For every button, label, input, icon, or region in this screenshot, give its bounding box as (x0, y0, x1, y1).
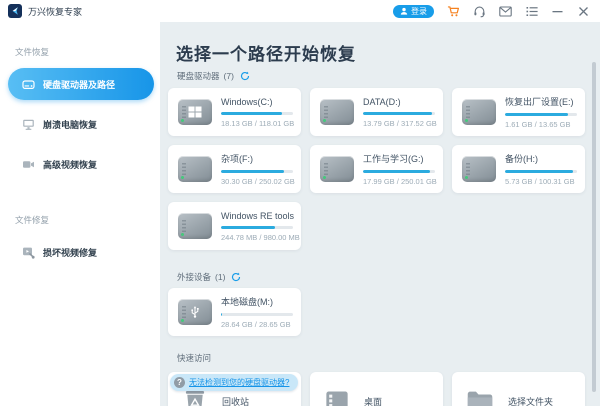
quick-access-desktop[interactable]: 桌面 (310, 372, 443, 406)
app-window: 万兴恢复专家 登录 (0, 0, 600, 406)
support-icon[interactable] (473, 5, 486, 18)
sidebar-item-disk-and-path[interactable]: 硬盘驱动器及路径 (8, 68, 154, 100)
video-repair-icon (22, 246, 35, 259)
section-header-external-devices: 外接设备 (1) (177, 271, 241, 283)
external-devices-grid: 本地磁盘(M:) 28.64 GB / 28.65 GB (168, 288, 596, 336)
hdd-icon (178, 213, 212, 239)
drive-name: 本地磁盘(M:) (221, 295, 293, 308)
menu-icon[interactable] (525, 5, 538, 18)
drive-card-c[interactable]: Windows(C:) 18.13 GB / 118.01 GB (168, 88, 301, 136)
desktop-icon (324, 388, 350, 406)
sidebar-section-file-recovery: 文件恢复 (15, 46, 160, 58)
sidebar-item-advanced-video-recovery[interactable]: 高级视频恢复 (8, 148, 154, 180)
drive-name: 恢复出厂设置(E:) (505, 95, 577, 108)
vertical-scrollbar[interactable] (592, 62, 596, 392)
minimize-icon[interactable] (551, 5, 564, 18)
capacity-bar (505, 170, 577, 173)
titlebar-controls: 登录 (393, 5, 590, 18)
hdd-icon (320, 156, 354, 182)
hdd-icon (462, 99, 496, 125)
sidebar-item-corrupted-video-repair[interactable]: 损坏视频修复 (8, 236, 154, 268)
drive-size: 18.13 GB / 118.01 GB (221, 119, 294, 128)
section-label: 外接设备 (177, 271, 211, 283)
drive-size: 13.79 GB / 317.52 GB (363, 119, 437, 128)
sidebar-section-file-repair: 文件修复 (15, 214, 160, 226)
sidebar-item-label: 损坏视频修复 (43, 246, 97, 259)
video-camera-icon (22, 158, 35, 171)
drive-card-d[interactable]: DATA(D:) 13.79 GB / 317.52 GB (310, 88, 443, 136)
section-label: 硬盘驱动器 (177, 70, 220, 82)
quick-access-label: 回收站 (222, 395, 249, 406)
app-logo-icon (8, 4, 22, 18)
drive-card-g[interactable]: 工作与学习(G:) 17.99 GB / 250.01 GB (310, 145, 443, 193)
titlebar: 万兴恢复专家 登录 (0, 0, 600, 22)
login-label: 登录 (411, 5, 427, 18)
sidebar-item-crashed-computer-recovery[interactable]: 崩溃电脑恢复 (8, 108, 154, 140)
main-content: 选择一个路径开始恢复 硬盘驱动器 (7) Windows(C:) 18.13 G… (160, 22, 600, 406)
section-label: 快速访问 (177, 352, 211, 364)
user-icon (400, 7, 408, 15)
drive-card-f[interactable]: 杂项(F:) 30.30 GB / 250.02 GB (168, 145, 301, 193)
drive-not-detected-link[interactable]: 无法检测到您的硬盘驱动器? (189, 377, 289, 388)
quick-access-label: 选择文件夹 (508, 395, 553, 406)
refresh-icon[interactable] (240, 71, 250, 81)
folder-icon (466, 389, 494, 406)
capacity-bar (221, 112, 293, 115)
quick-access-label: 桌面 (364, 395, 382, 406)
drive-size: 244.78 MB / 980.00 MB (221, 233, 300, 242)
login-button[interactable]: 登录 (393, 5, 434, 18)
sidebar-item-label: 硬盘驱动器及路径 (43, 78, 115, 91)
monitor-icon (22, 118, 35, 131)
capacity-bar (221, 313, 293, 316)
drive-name: Windows(C:) (221, 97, 294, 107)
hard-drive-icon (22, 78, 35, 91)
capacity-bar (363, 170, 435, 173)
capacity-bar (221, 226, 293, 229)
drive-size: 5.73 GB / 100.31 GB (505, 177, 577, 186)
drive-name: 备份(H:) (505, 152, 577, 165)
windows-drive-icon (178, 99, 212, 125)
section-count: (1) (215, 272, 225, 282)
hdd-icon (178, 156, 212, 182)
mail-icon[interactable] (499, 5, 512, 18)
cart-icon[interactable] (447, 5, 460, 18)
usb-drive-icon (178, 299, 212, 325)
refresh-icon[interactable] (231, 272, 241, 282)
sidebar-item-label: 崩溃电脑恢复 (43, 118, 97, 131)
close-icon[interactable] (577, 5, 590, 18)
section-header-hard-drives: 硬盘驱动器 (7) (177, 70, 250, 82)
drive-size: 30.30 GB / 250.02 GB (221, 177, 295, 186)
drive-card-windows-re[interactable]: Windows RE tools 244.78 MB / 980.00 MB (168, 202, 301, 250)
drive-size: 1.61 GB / 13.65 GB (505, 120, 577, 129)
hdd-icon (320, 99, 354, 125)
drive-card-h[interactable]: 备份(H:) 5.73 GB / 100.31 GB (452, 145, 585, 193)
sidebar-item-label: 高级视频恢复 (43, 158, 97, 171)
drive-card-e[interactable]: 恢复出厂设置(E:) 1.61 GB / 13.65 GB (452, 88, 585, 136)
capacity-bar (363, 112, 435, 115)
drive-card-m[interactable]: 本地磁盘(M:) 28.64 GB / 28.65 GB (168, 288, 301, 336)
drive-size: 28.64 GB / 28.65 GB (221, 320, 293, 329)
hdd-icon (462, 156, 496, 182)
page-title: 选择一个路径开始恢复 (176, 40, 356, 65)
section-count: (7) (224, 71, 234, 81)
quick-access-select-folder[interactable]: 选择文件夹 (452, 372, 585, 406)
capacity-bar (221, 170, 293, 173)
app-title: 万兴恢复专家 (28, 5, 82, 18)
drive-not-detected-tooltip: ? 无法检测到您的硬盘驱动器? (170, 374, 298, 391)
sidebar: 文件恢复 硬盘驱动器及路径 崩溃电脑恢复 高级视频恢复 文件修复 损坏视频修复 (0, 22, 160, 406)
drive-name: 工作与学习(G:) (363, 152, 437, 165)
question-icon: ? (174, 377, 185, 388)
section-header-quick-access: 快速访问 (177, 352, 211, 364)
drive-name: DATA(D:) (363, 97, 437, 107)
hard-drives-grid: Windows(C:) 18.13 GB / 118.01 GB DATA(D:… (168, 88, 596, 250)
drive-size: 17.99 GB / 250.01 GB (363, 177, 437, 186)
drive-name: Windows RE tools (221, 211, 300, 221)
drive-name: 杂项(F:) (221, 152, 295, 165)
capacity-bar (505, 113, 577, 116)
